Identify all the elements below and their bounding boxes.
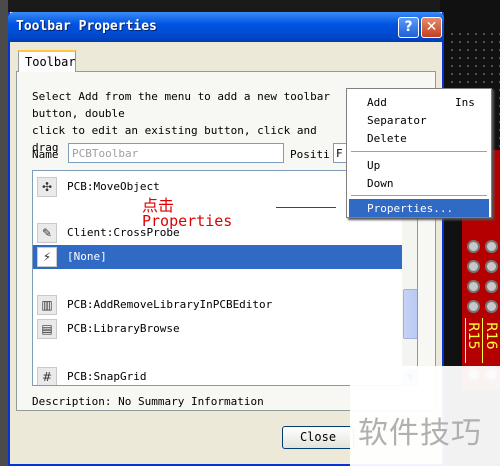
pcb-pad xyxy=(485,240,498,253)
title-bar[interactable]: Toolbar Properties ? ✕ xyxy=(8,12,444,42)
menu-item-down[interactable]: Down xyxy=(349,174,489,192)
list-item-label: PCB:AddRemoveLibraryInPCBEditor xyxy=(67,298,273,311)
menu-item-add[interactable]: Add Ins xyxy=(349,93,489,111)
close-window-button[interactable]: ✕ xyxy=(421,17,442,38)
menu-divider xyxy=(351,195,487,196)
pcb-pad xyxy=(467,280,480,293)
lightning-icon: ⚡ xyxy=(37,247,57,267)
list-item[interactable]: # PCB:SnapGrid xyxy=(33,365,403,385)
close-button[interactable]: Close xyxy=(282,426,354,449)
annotation-properties: Properties xyxy=(142,212,233,230)
grid-icon: # xyxy=(37,367,57,385)
library-icon: ▥ xyxy=(37,295,57,315)
scrollbar-thumb[interactable] xyxy=(403,289,417,339)
pcb-label-r15: R15 xyxy=(465,322,481,350)
menu-item-delete[interactable]: Delete xyxy=(349,129,489,147)
pcb-pad xyxy=(485,300,498,313)
pcb-label-r16: R16 xyxy=(483,322,499,350)
list-item-label: [None] xyxy=(67,250,107,263)
menu-item-label: Up xyxy=(367,159,381,172)
menu-item-label: Down xyxy=(367,177,394,190)
instructions-line: Select Add from the menu to add a new to… xyxy=(32,90,331,103)
menu-item-separator[interactable]: Separator xyxy=(349,111,489,129)
move-icon: ✣ xyxy=(37,177,57,197)
help-button[interactable]: ? xyxy=(398,17,419,38)
window-title: Toolbar Properties xyxy=(16,19,157,34)
list-item-selected[interactable]: ⚡ [None] xyxy=(33,245,403,269)
background-strip xyxy=(0,0,8,466)
context-menu: Add Ins Separator Delete Up Down Propert… xyxy=(346,88,492,218)
description-text: Description: No Summary Information xyxy=(32,395,264,408)
menu-item-properties[interactable]: Properties... xyxy=(349,199,489,217)
library-browse-icon: ▤ xyxy=(37,319,57,339)
list-item[interactable]: ▥ PCB:AddRemoveLibraryInPCBEditor xyxy=(33,293,403,317)
instructions-line: button, double xyxy=(32,107,125,120)
menu-item-label: Separator xyxy=(367,114,427,127)
pcb-pad xyxy=(467,260,480,273)
menu-item-label: Add xyxy=(367,96,387,109)
pcb-pad xyxy=(467,300,480,313)
pcb-pad xyxy=(467,240,480,253)
menu-item-up[interactable]: Up xyxy=(349,156,489,174)
list-item-label: PCB:LibraryBrowse xyxy=(67,322,180,335)
pcb-pad xyxy=(485,260,498,273)
list-item-label: PCB:SnapGrid xyxy=(67,370,147,383)
position-label: Positi xyxy=(290,148,330,161)
menu-item-shortcut: Ins xyxy=(455,96,475,109)
pcb-pad xyxy=(485,280,498,293)
list-item[interactable]: ▤ PCB:LibraryBrowse xyxy=(33,317,403,341)
menu-divider xyxy=(351,151,487,152)
annotation-pointer-line xyxy=(276,207,336,208)
tab-toolbar[interactable]: Toolbar xyxy=(18,50,76,72)
menu-item-label: Delete xyxy=(367,132,407,145)
crossprobe-icon: ✎ xyxy=(37,223,57,243)
watermark-text: 软件技巧 xyxy=(358,416,482,451)
name-label: Name xyxy=(32,148,59,161)
name-input[interactable]: PCBToolbar xyxy=(68,143,284,163)
menu-item-label: Properties... xyxy=(367,202,454,215)
